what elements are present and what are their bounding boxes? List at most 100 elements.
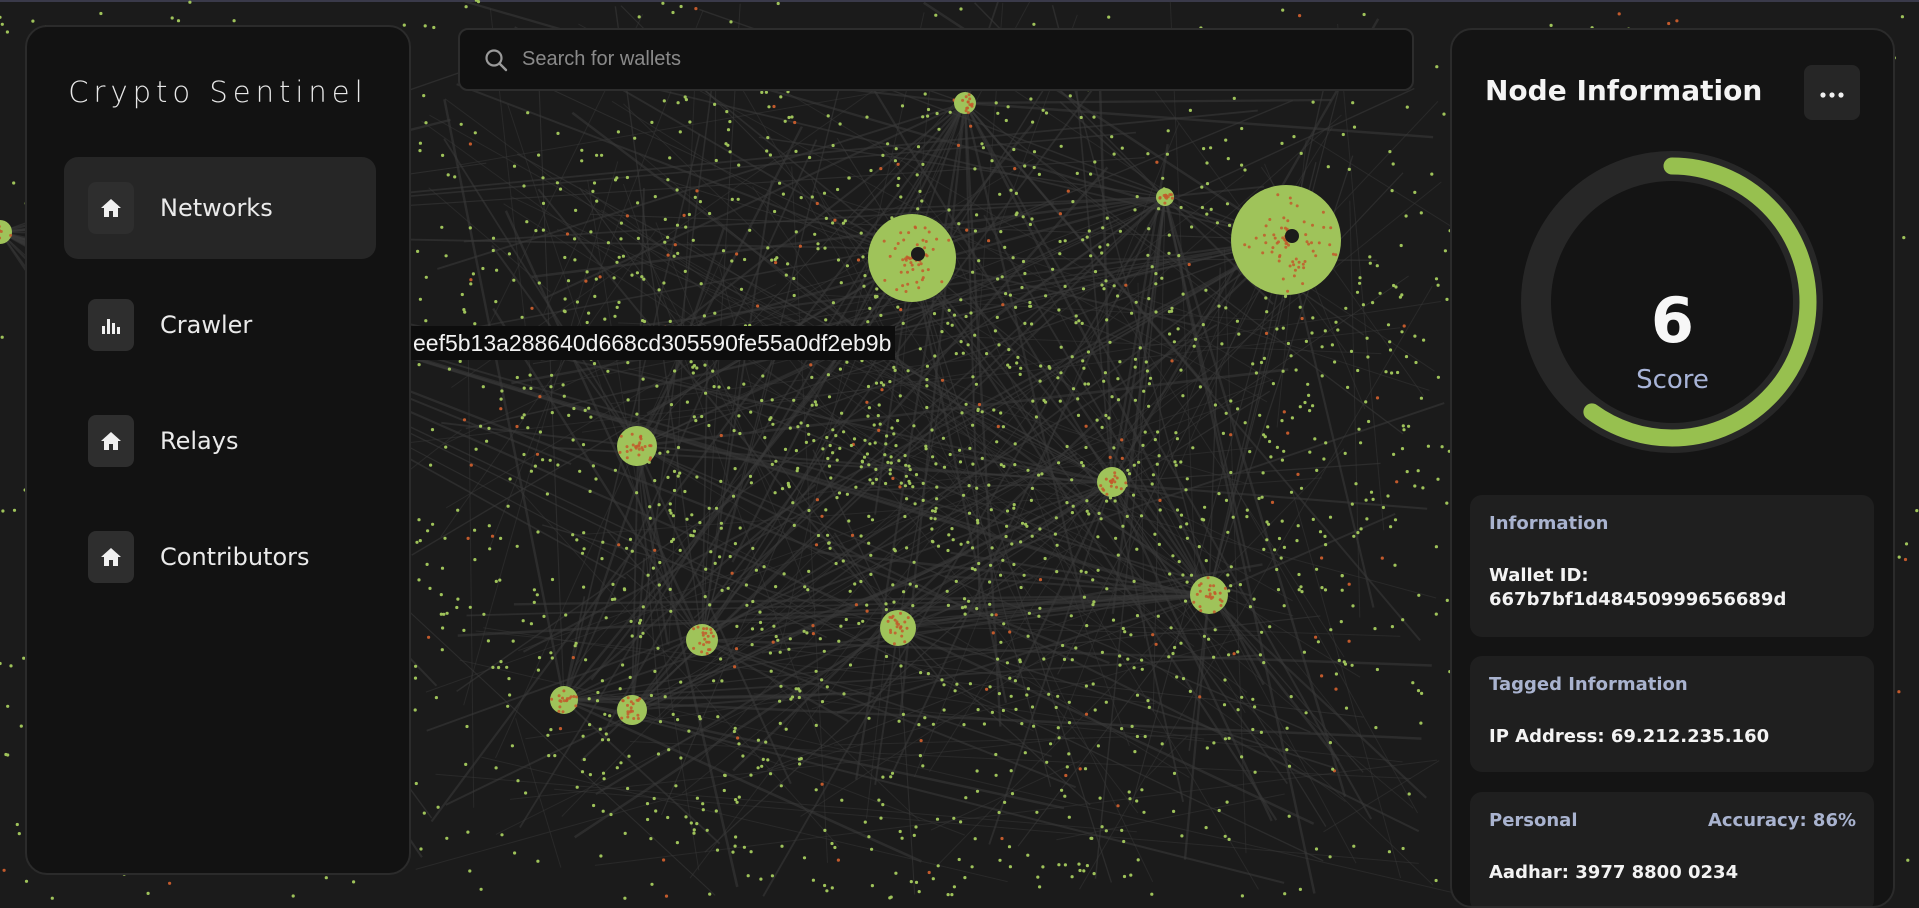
more-options-button[interactable] [1804, 65, 1860, 120]
graph-node [563, 255, 567, 260]
graph-node [1202, 147, 1206, 151]
cluster-node [1170, 196, 1174, 200]
graph-node [1417, 593, 1421, 597]
graph-node [1229, 399, 1233, 403]
graph-node [413, 708, 417, 712]
graph-node [402, 23, 406, 27]
graph-node [1235, 319, 1239, 323]
graph-node [4, 752, 8, 757]
graph-node [1342, 660, 1346, 664]
graph-node [974, 382, 979, 386]
graph-node [778, 699, 782, 703]
graph-node [994, 752, 998, 757]
graph-node [1081, 359, 1085, 363]
cluster-node [640, 446, 644, 450]
graph-node [619, 221, 624, 225]
graph-node [823, 828, 827, 833]
search-input[interactable] [520, 47, 1412, 72]
graph-cluster [1156, 188, 1174, 206]
graph-node [1107, 15, 1111, 19]
graph-node [658, 451, 662, 455]
graph-node [487, 426, 491, 430]
graph-node [1, 509, 5, 513]
sidebar-item-contributors[interactable]: Contributors [64, 506, 376, 608]
graph-node [970, 546, 975, 550]
graph-node [1013, 167, 1017, 171]
graph-node [1283, 892, 1287, 896]
graph-node [422, 94, 426, 98]
graph-node [1440, 445, 1444, 449]
cluster-node [896, 242, 900, 245]
cluster-node [1208, 584, 1212, 588]
graph-node [771, 640, 775, 644]
cluster-node [893, 618, 897, 622]
graph-node [1387, 850, 1391, 854]
graph-node [756, 738, 761, 742]
graph-node [1059, 345, 1063, 349]
graph-node [476, 0, 481, 4]
graph-node [854, 485, 858, 489]
graph-node [1116, 377, 1120, 381]
graph-node [766, 136, 770, 140]
graph-node [865, 452, 870, 456]
graph-edge [456, 83, 913, 259]
graph-node [704, 567, 708, 571]
graph-node [719, 479, 723, 483]
cluster-node [1099, 484, 1103, 488]
graph-node [856, 258, 861, 262]
graph-edge [1349, 200, 1361, 618]
graph-node [918, 754, 923, 758]
graph-node [1044, 294, 1048, 298]
graph-node [1264, 331, 1269, 335]
search-bar[interactable] [458, 28, 1414, 91]
graph-node [905, 497, 909, 501]
graph-node [1147, 705, 1151, 710]
graph-node [1263, 435, 1267, 439]
graph-node [1388, 348, 1393, 352]
cluster-node [899, 625, 903, 629]
sidebar-item-label: Networks [160, 194, 273, 222]
graph-node [935, 485, 939, 489]
graph-node [1029, 97, 1033, 101]
cluster-node [706, 634, 710, 638]
graph-node [526, 426, 530, 430]
graph-node [1029, 498, 1033, 502]
cluster-node [1277, 240, 1280, 244]
graph-node [1037, 172, 1041, 176]
graph-node [950, 893, 954, 897]
graph-node [1320, 586, 1324, 590]
graph-node [1045, 760, 1049, 764]
sidebar-item-crawler[interactable]: Crawler [64, 274, 376, 376]
graph-node [1238, 583, 1242, 587]
personal-card: Personal Accuracy: 86% Aadhar: 3977 8800… [1470, 792, 1874, 906]
cluster-node [1282, 216, 1286, 220]
graph-node [792, 276, 796, 281]
graph-node [719, 657, 723, 661]
graph-node [814, 403, 818, 407]
cluster-node [1164, 193, 1168, 197]
sidebar-item-relays[interactable]: Relays [64, 390, 376, 492]
graph-node [1265, 310, 1269, 314]
graph-node [756, 766, 760, 770]
graph-node [513, 851, 517, 855]
graph-node [865, 609, 869, 613]
graph-node [883, 453, 887, 457]
graph-node [1254, 371, 1258, 375]
graph-node [418, 149, 422, 153]
graph-node [1150, 892, 1154, 896]
graph-node [888, 380, 892, 384]
graph-node [633, 136, 637, 140]
graph-node [1314, 635, 1318, 639]
graph-node [714, 809, 718, 813]
graph-node [1116, 398, 1121, 402]
graph-node [657, 583, 661, 587]
graph-node [1350, 663, 1354, 667]
graph-node [488, 547, 492, 551]
graph-node [637, 15, 641, 19]
graph-node [862, 284, 866, 288]
graph-node [99, 11, 103, 16]
sidebar-item-networks[interactable]: Networks [64, 157, 376, 259]
graph-node [1140, 667, 1144, 671]
graph-node [656, 752, 661, 756]
graph-node [990, 546, 994, 550]
